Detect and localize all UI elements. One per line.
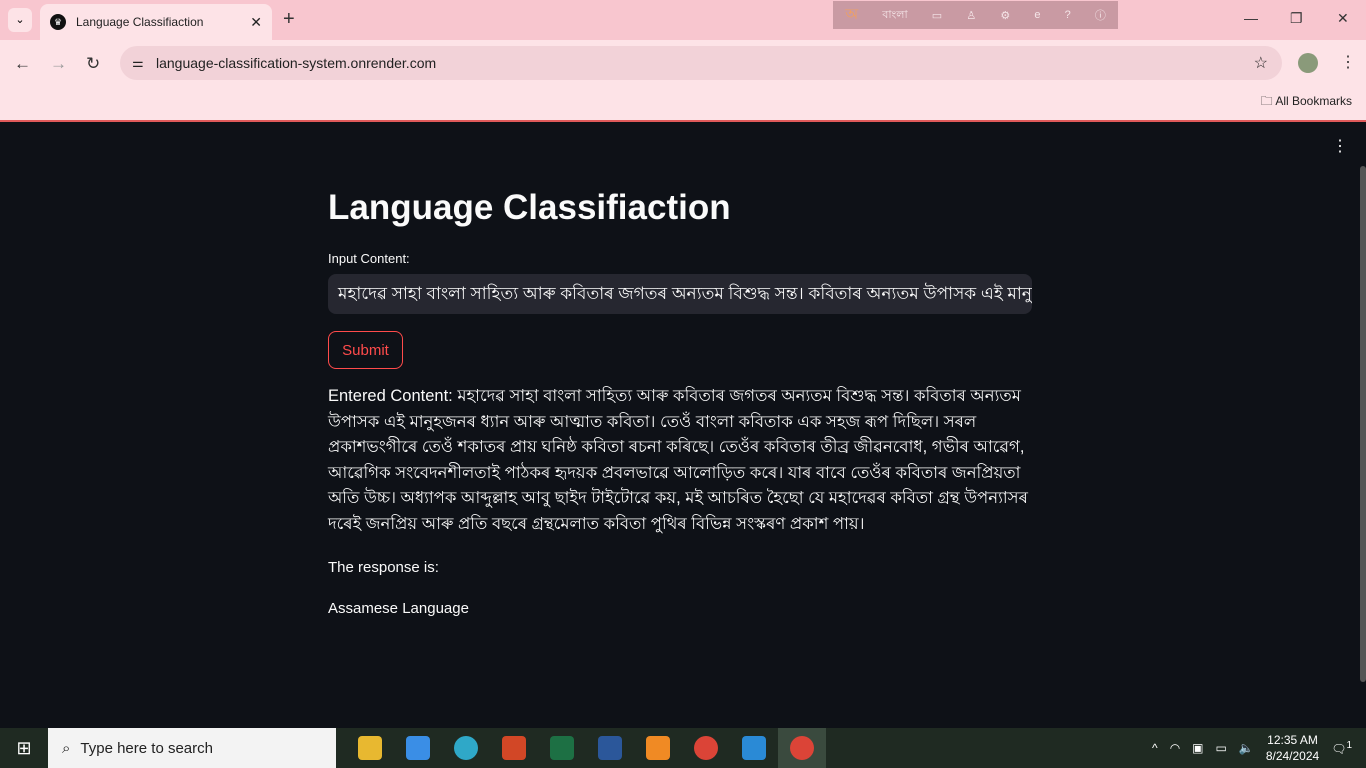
search-placeholder: Type here to search xyxy=(80,740,213,757)
submit-button[interactable]: Submit xyxy=(328,331,403,369)
all-bookmarks-button[interactable]: 🗀 All Bookmarks xyxy=(1261,92,1352,113)
taskbar-search[interactable]: ⌕ Type here to search xyxy=(48,728,336,768)
new-tab-button[interactable]: + xyxy=(283,8,295,31)
edge-icon[interactable] xyxy=(442,728,490,768)
taskbar: ⊞ ⌕ Type here to search ^ ◠ ▣ ▭ 🔈 12:35 A… xyxy=(0,728,1366,768)
time: 12:35 AM xyxy=(1266,732,1319,748)
camera-icon[interactable]: ▣ xyxy=(1192,741,1203,755)
streamlit-favicon-icon: ♛ xyxy=(50,14,66,30)
chrome-active-icon[interactable] xyxy=(778,728,826,768)
windows-start-icon[interactable]: ⊞ xyxy=(0,738,48,759)
battery-icon[interactable]: ▭ xyxy=(1216,741,1227,755)
layout-icon[interactable]: ♙ xyxy=(966,9,976,22)
excel-icon[interactable] xyxy=(538,728,586,768)
ime-language[interactable]: বাংলা xyxy=(882,6,907,25)
entered-text: মহাদেৱ সাহা বাংলা সাহিত্য আৰু কবিতাৰ জগত… xyxy=(328,387,1028,533)
info-icon[interactable]: ⓘ xyxy=(1095,7,1106,23)
volume-icon[interactable]: 🔈 xyxy=(1239,741,1254,755)
help-icon[interactable]: ? xyxy=(1065,9,1071,21)
page-title: Language Classifiaction xyxy=(328,188,731,228)
response-value: Assamese Language xyxy=(328,600,469,617)
profile-avatar[interactable] xyxy=(1298,53,1318,73)
entered-content: Entered Content: মহাদেৱ সাহা বাংলা সাহিত… xyxy=(328,384,1033,537)
reload-button[interactable]: ↻ xyxy=(86,54,100,74)
keyboard-icon[interactable]: ▭ xyxy=(932,9,942,22)
tab-search-button[interactable]: ⌄ xyxy=(8,8,32,32)
close-tab-icon[interactable]: ✕ xyxy=(250,14,262,31)
powerpoint-icon[interactable] xyxy=(490,728,538,768)
content-input[interactable]: মহাদেৱ সাহা বাংলা সাহিত্য আৰু কবিতাৰ জগত… xyxy=(328,274,1032,314)
notification-count: 1 xyxy=(1346,740,1352,751)
wps-icon[interactable] xyxy=(634,728,682,768)
settings-icon[interactable]: ⚙ xyxy=(1000,9,1010,22)
restore-button[interactable]: ❐ xyxy=(1290,10,1303,27)
notifications-icon[interactable]: 🗨1 xyxy=(1331,740,1352,756)
entered-label: Entered Content: xyxy=(328,387,453,405)
scrollbar[interactable] xyxy=(1360,166,1366,682)
browser-toolbar: ← → ↻ ⚌ language-classification-system.o… xyxy=(0,40,1366,122)
bookmark-star-icon[interactable]: ☆ xyxy=(1254,53,1268,73)
ime-toolbar: অ বাংলা ▭ ♙ ⚙ e ? ⓘ xyxy=(833,1,1118,29)
search-icon: ⌕ xyxy=(62,740,70,757)
date: 8/24/2024 xyxy=(1266,748,1319,764)
show-hidden-icons[interactable]: ^ xyxy=(1152,741,1158,755)
chrome-icon[interactable] xyxy=(682,728,730,768)
folder-icon: 🗀 xyxy=(1261,94,1276,108)
vscode-icon[interactable] xyxy=(730,728,778,768)
input-label: Input Content: xyxy=(328,251,410,266)
system-tray: ^ ◠ ▣ ▭ 🔈 12:35 AM8/24/2024 🗨1 xyxy=(1152,728,1366,768)
browser-icon[interactable]: e xyxy=(1034,9,1040,21)
back-button[interactable]: ← xyxy=(14,54,31,74)
avro-logo-icon[interactable]: অ xyxy=(845,3,858,28)
app-menu-icon[interactable]: ⋮ xyxy=(1332,136,1348,156)
forward-button[interactable]: → xyxy=(50,54,67,74)
browser-tab[interactable]: ♛ Language Classifiaction ✕ xyxy=(40,4,272,40)
site-info-icon[interactable]: ⚌ xyxy=(132,55,144,71)
file-explorer-icon[interactable] xyxy=(346,728,394,768)
bookmarks-label: All Bookmarks xyxy=(1275,94,1352,108)
store-icon[interactable] xyxy=(394,728,442,768)
response-label: The response is: xyxy=(328,559,439,576)
address-bar[interactable]: ⚌ language-classification-system.onrende… xyxy=(120,46,1282,80)
url-text[interactable]: language-classification-system.onrender.… xyxy=(156,55,436,71)
wifi-icon[interactable]: ◠ xyxy=(1170,741,1180,755)
tab-title: Language Classifiaction xyxy=(76,15,203,29)
close-window-button[interactable]: ✕ xyxy=(1337,10,1349,27)
clock[interactable]: 12:35 AM8/24/2024 xyxy=(1266,732,1319,764)
browser-menu-icon[interactable]: ⋮ xyxy=(1340,52,1356,72)
app-page: ⋮ Language Classifiaction Input Content:… xyxy=(0,124,1366,728)
word-icon[interactable] xyxy=(586,728,634,768)
browser-titlebar: ⌄ ♛ Language Classifiaction ✕ + অ বাংলা … xyxy=(0,0,1366,40)
minimize-button[interactable]: — xyxy=(1244,10,1258,26)
